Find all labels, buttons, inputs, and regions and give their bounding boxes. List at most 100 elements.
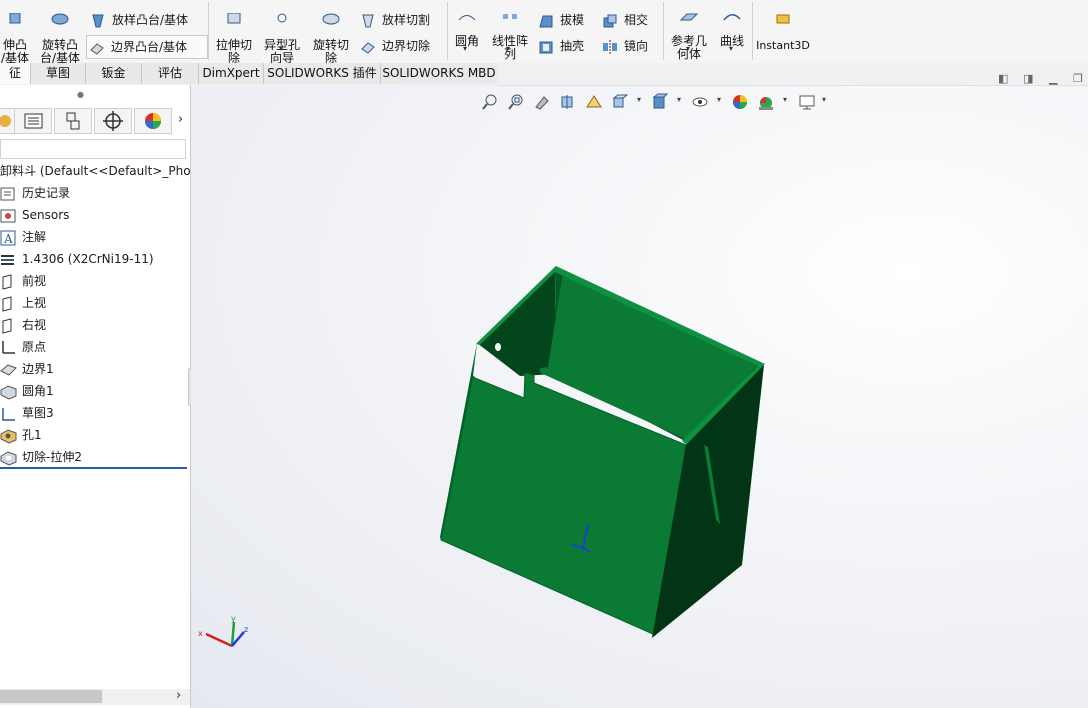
tab-solidworks-mbd[interactable]: SOLIDWORKS MBD (381, 63, 498, 84)
extrude-boss-button[interactable]: 伸凸 /基体 (0, 0, 30, 65)
curves-button[interactable]: 曲线 (715, 0, 749, 48)
origin-icon (2, 340, 15, 354)
hole-wizard-dropdown-icon[interactable]: ▾ (279, 44, 283, 53)
intersect-icon (603, 14, 617, 27)
restore-icon[interactable]: ❐ (1073, 72, 1083, 85)
ribbon-separator (447, 2, 448, 60)
tab-dimxpert[interactable]: DimXpert (199, 63, 264, 84)
configuration-manager-tab[interactable] (54, 108, 92, 134)
extrude-cut-button[interactable]: 拉伸切 除 (212, 0, 256, 65)
tree-item-sensors[interactable]: Sensors (0, 204, 69, 226)
reference-triad-icon: x y z (198, 614, 248, 648)
model-hole (495, 343, 501, 351)
command-manager-ribbon: 伸凸 /基体 旋转凸 台/基体 放样凸台/基体 边界凸台/基体 拉伸切 除 异型… (0, 0, 1088, 65)
sensors-icon (0, 209, 16, 222)
scrollbar-thumb[interactable] (0, 690, 102, 703)
tree-item-history[interactable]: 历史记录 (0, 182, 70, 204)
fillet-icon (458, 15, 476, 21)
svg-text:y: y (231, 614, 236, 623)
property-manager-tab[interactable] (14, 108, 52, 134)
tree-item-label: 边界1 (22, 362, 54, 376)
tree-item-label: 1.4306 (X2CrNi19-11) (22, 252, 154, 266)
tile-left-icon[interactable]: ◧ (998, 72, 1008, 85)
draft-label: 拔模 (560, 13, 585, 27)
tab-solidworks-addins[interactable]: SOLIDWORKS 插件 (264, 63, 381, 84)
tree-item-right-plane[interactable]: 右视 (0, 314, 46, 336)
model-hopper[interactable] (191, 86, 1088, 708)
plane-icon (2, 295, 12, 312)
lofted-cut-button[interactable]: 放样切割 (358, 9, 430, 31)
boundary-cut-icon (361, 41, 375, 54)
lofted-cut-icon (362, 14, 374, 27)
extrude-boss-icon (9, 13, 21, 24)
tree-item-label: 圆角1 (22, 384, 54, 398)
tree-root-part[interactable]: 卸料斗 (Default<<Default>_Phot (0, 160, 190, 182)
linear-pattern-icon (503, 14, 517, 19)
instant3d-button[interactable]: Instant3D (755, 0, 811, 52)
tab-sheet-metal[interactable]: 钣金 (86, 63, 142, 84)
reference-geometry-icon (679, 13, 699, 21)
dimxpert-manager-tab[interactable] (94, 108, 132, 134)
hole-wizard-button[interactable]: 异型孔 向导 (260, 0, 304, 65)
tree-item-origin[interactable]: 原点 (0, 336, 46, 358)
tree-item-label: 上视 (22, 296, 47, 310)
tile-right-icon[interactable]: ◨ (1023, 72, 1033, 85)
lofted-boss-icon (92, 14, 104, 27)
revolve-cut-button[interactable]: 旋转切 除 (309, 0, 353, 65)
draft-icon (539, 15, 553, 27)
svg-text:A: A (3, 232, 13, 246)
tree-item-label: 孔1 (22, 428, 42, 442)
panel-grip-icon[interactable]: ● (77, 90, 84, 99)
boundary-cut-label: 边界切除 (382, 39, 431, 53)
mirror-icon (603, 39, 617, 54)
shell-icon (539, 41, 553, 53)
model-back-wall (477, 267, 556, 376)
ribbon-separator (663, 2, 664, 60)
boundary-boss-icon (90, 42, 104, 55)
tree-item-cut-extrude2[interactable]: 切除-拉伸2 (0, 446, 82, 468)
fillet-feature-icon (0, 384, 17, 400)
tree-item-hole1[interactable]: 孔1 (0, 424, 42, 446)
tree-item-sketch3[interactable]: 草图3 (0, 402, 54, 424)
boundary-cut-button[interactable]: 边界切除 (358, 35, 430, 57)
tab-features[interactable]: 征 (0, 63, 31, 84)
tab-sketch[interactable]: 草图 (31, 63, 86, 84)
plane-icon (2, 273, 12, 290)
tree-item-label: 草图3 (22, 406, 54, 420)
boundary-boss-label: 边界凸台/基体 (111, 40, 188, 54)
panel-tabs-scroll-right-icon[interactable]: › (178, 112, 183, 127)
fillet-button[interactable]: 圆角 (450, 0, 484, 48)
tree-item-top-plane[interactable]: 上视 (0, 292, 46, 314)
tree-item-material[interactable]: 1.4306 (X2CrNi19-11) (0, 248, 154, 270)
fillet-dropdown-icon[interactable]: ▾ (463, 44, 467, 53)
svg-text:z: z (244, 625, 248, 634)
minimize-icon[interactable]: ▁ (1049, 72, 1057, 85)
reference-geometry-dropdown-icon[interactable]: ▾ (686, 44, 690, 53)
extrude-boss-label: 伸凸 /基体 (0, 38, 30, 65)
revolve-boss-button[interactable]: 旋转凸 台/基体 (36, 0, 84, 65)
lofted-boss-button[interactable]: 放样凸台/基体 (88, 9, 188, 31)
extrude-cut-label: 拉伸切 除 (215, 38, 252, 65)
rollback-bar[interactable] (0, 467, 187, 469)
intersect-button[interactable]: 相交 (600, 9, 648, 31)
curves-icon (723, 14, 741, 21)
ribbon-separator (208, 2, 209, 60)
shell-button[interactable]: 抽壳 (536, 35, 584, 57)
instant3d-icon (776, 14, 790, 24)
boundary-feature-icon (0, 363, 17, 376)
tree-item-boundary1[interactable]: 边界1 (0, 358, 54, 380)
tree-item-fillet1[interactable]: 圆角1 (0, 380, 54, 402)
tab-evaluate[interactable]: 评估 (142, 63, 199, 84)
tree-item-front-plane[interactable]: 前视 (0, 270, 46, 292)
display-manager-tab[interactable] (134, 108, 172, 134)
linear-pattern-dropdown-icon[interactable]: ▾ (506, 44, 510, 53)
tree-item-annotations[interactable]: A 注解 (0, 226, 46, 248)
tree-filter-input[interactable] (0, 139, 186, 159)
scroll-right-icon[interactable]: › (176, 688, 181, 703)
mirror-button[interactable]: 镜向 (600, 35, 648, 57)
boundary-boss-button[interactable]: 边界凸台/基体 (86, 35, 208, 59)
appearance-ball-icon (145, 113, 161, 129)
curves-dropdown-icon[interactable]: ▾ (729, 44, 733, 53)
draft-button[interactable]: 拔模 (536, 9, 584, 31)
revolve-boss-icon (51, 13, 69, 25)
